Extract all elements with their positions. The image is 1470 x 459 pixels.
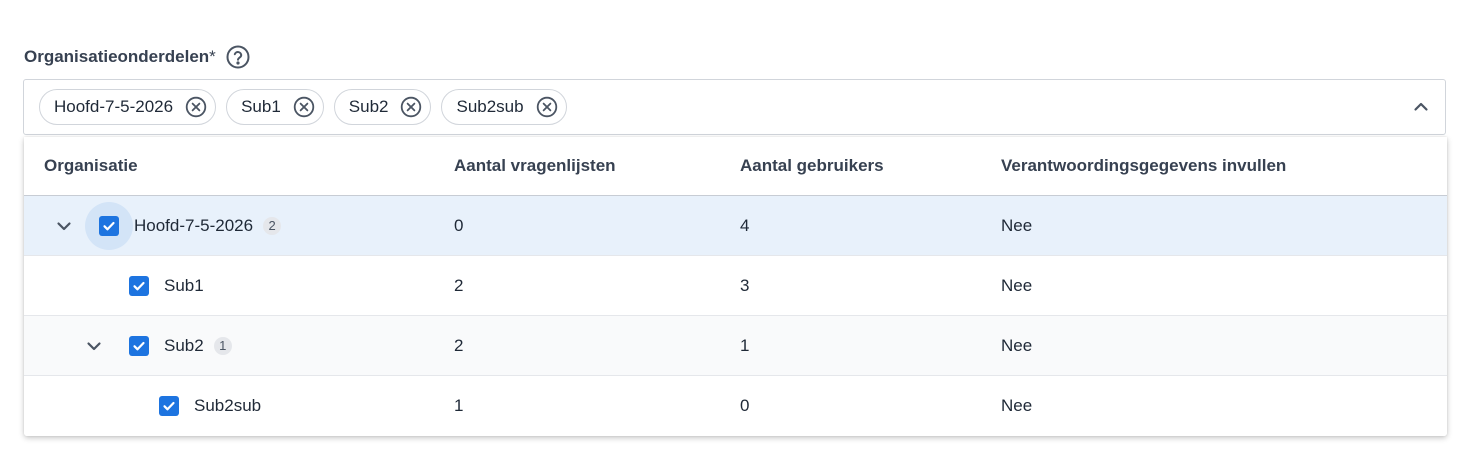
- table-row[interactable]: Hoofd-7-5-2026 2 0 4 Nee: [24, 196, 1447, 256]
- check-icon: [163, 401, 175, 411]
- child-count-badge: 1: [213, 336, 232, 355]
- row-checkbox[interactable]: [159, 396, 179, 416]
- cell-gebruikers: 0: [740, 396, 750, 415]
- cell-verantwoording: Nee: [1001, 396, 1033, 415]
- header-organisatie: Organisatie: [44, 156, 138, 175]
- cell-vragenlijsten: 2: [454, 335, 464, 355]
- chevron-down-icon[interactable]: [84, 336, 104, 356]
- check-icon: [133, 341, 145, 351]
- chip-sub2sub: Sub2sub: [441, 89, 567, 125]
- checkbox-wrap: [115, 322, 163, 370]
- table-row[interactable]: Sub2sub 1 0 Nee: [24, 376, 1447, 436]
- cell-vragenlijsten: 0: [454, 215, 464, 235]
- cell-verantwoording: Nee: [1001, 275, 1033, 295]
- close-circle-icon[interactable]: [400, 96, 422, 118]
- chip-hoofd: Hoofd-7-5-2026: [39, 89, 217, 125]
- checkbox-wrap: [85, 202, 133, 250]
- chip-sub2: Sub2: [333, 89, 432, 125]
- chevron-down-icon[interactable]: [54, 216, 74, 236]
- chip-label: Sub1: [241, 97, 281, 116]
- organisation-multiselect[interactable]: Hoofd-7-5-2026 Sub1 Sub2 Sub2sub: [23, 79, 1446, 135]
- cell-vragenlijsten: 2: [454, 275, 464, 295]
- row-name: Sub1: [164, 256, 204, 315]
- org-name: Sub1: [164, 275, 204, 295]
- table-row[interactable]: Sub1 2 3 Nee: [24, 256, 1447, 316]
- cell-gebruikers: 4: [740, 215, 750, 235]
- close-circle-icon[interactable]: [293, 96, 315, 118]
- header-verantwoording: Verantwoordingsgegevens invullen: [1001, 156, 1287, 175]
- chip-label: Sub2sub: [456, 97, 524, 116]
- check-icon: [103, 221, 115, 231]
- cell-gebruikers: 1: [740, 335, 750, 355]
- row-name: Sub2sub: [194, 376, 261, 436]
- org-name: Sub2: [164, 335, 204, 355]
- table-row[interactable]: Sub2 1 2 1 Nee: [24, 316, 1447, 376]
- row-checkbox[interactable]: [129, 336, 149, 356]
- selected-chips: Hoofd-7-5-2026 Sub1 Sub2 Sub2sub: [39, 89, 567, 125]
- cell-verantwoording: Nee: [1001, 335, 1033, 355]
- row-name: Hoofd-7-5-2026 2: [134, 196, 282, 255]
- header-vragenlijsten: Aantal vragenlijsten: [454, 156, 616, 175]
- child-count-badge: 2: [263, 216, 282, 235]
- organisation-dropdown: Organisatie Aantal vragenlijsten Aantal …: [24, 137, 1447, 436]
- checkbox-wrap: [145, 382, 193, 430]
- row-name: Sub2 1: [164, 316, 232, 375]
- help-icon[interactable]: [226, 45, 250, 69]
- cell-vragenlijsten: 1: [454, 396, 464, 415]
- org-name: Sub2sub: [194, 396, 262, 415]
- check-icon: [133, 281, 145, 291]
- checkbox-wrap: [115, 262, 163, 310]
- chevron-up-icon[interactable]: [1411, 97, 1431, 117]
- chip-label: Hoofd-7-5-2026: [54, 97, 174, 116]
- field-label: Organisatieonderdelen*: [24, 47, 216, 66]
- chip-label: Sub2: [348, 97, 389, 116]
- row-checkbox[interactable]: [129, 276, 149, 296]
- cell-gebruikers: 3: [740, 275, 750, 295]
- required-mark: *: [209, 47, 216, 66]
- close-circle-icon[interactable]: [536, 96, 558, 118]
- cell-verantwoording: Nee: [1001, 215, 1033, 235]
- table-header: Organisatie Aantal vragenlijsten Aantal …: [24, 137, 1447, 196]
- chip-sub1: Sub1: [226, 89, 324, 125]
- header-gebruikers: Aantal gebruikers: [740, 156, 884, 175]
- org-name: Hoofd-7-5-2026: [134, 215, 254, 235]
- field-label-row: Organisatieonderdelen*: [24, 42, 250, 72]
- row-checkbox[interactable]: [99, 216, 119, 236]
- close-circle-icon[interactable]: [185, 96, 207, 118]
